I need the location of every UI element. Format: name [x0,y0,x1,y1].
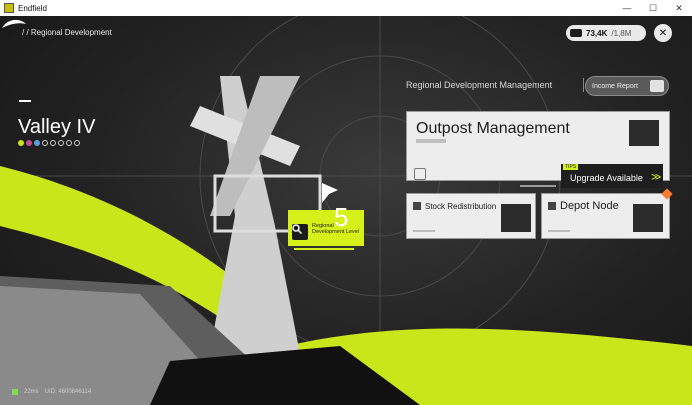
scene: / / Regional Development 73,4K /1,8M ✕ V… [0,16,692,405]
management-title: Regional Development Management [406,80,553,90]
status-footer: 22ms UID: 4600846114 [12,389,91,395]
double-chevron-up-icon: ≫ [651,172,662,183]
pip-icon [18,140,24,146]
resource-counter: 73,4K /1,8M [566,25,646,41]
window-title: Endfield [18,3,47,13]
region-name: Valley IV [18,116,96,138]
pip-icon [58,140,64,146]
search-icon[interactable] [292,224,308,240]
maximize-button[interactable]: ☐ [640,0,666,16]
outpost-mark-icon [414,168,426,180]
depot-node-title: Depot Node [560,200,619,212]
outpost-management-card[interactable]: Outpost Management TIPS Upgrade Availabl… [406,111,670,188]
region-divider [19,100,31,102]
development-level-value: 5 [334,202,349,232]
resource-cap: /1,8M [611,28,632,38]
stock-redistribution-icon [501,204,531,232]
region-emblem-icon [2,19,26,28]
depot-node-icon [633,204,663,232]
window-close-button[interactable]: ✕ [666,0,692,16]
outpost-icon [629,120,659,146]
stock-subtitle-bar [413,230,435,232]
upgrade-available-text: Upgrade Available [570,173,643,183]
report-icon [650,80,664,92]
cursor-arrow [322,183,338,203]
depot-node-card[interactable]: Depot Node [541,193,670,239]
stock-small-icon [413,202,421,210]
income-report-button[interactable]: Income Report [585,76,669,96]
app-icon [4,3,14,13]
region-progress-pips [18,140,80,146]
pip-icon [66,140,72,146]
signal-icon [12,389,18,395]
resource-icon [570,29,582,37]
stock-redistribution-title: Stock Redistribution [425,202,497,211]
level-progress-bar [294,248,354,250]
uid-value: UID: 4600846114 [44,389,92,395]
tip-tag: TIPS [563,164,579,170]
depot-subtitle-bar [548,230,570,232]
pip-icon [74,140,80,146]
stock-redistribution-card[interactable]: Stock Redistribution [406,193,536,239]
income-report-label: Income Report [592,82,638,90]
management-divider [583,78,584,92]
outpost-title: Outpost Management [416,120,570,137]
resource-value: 73,4K [586,28,608,38]
pip-icon [50,140,56,146]
pip-icon [42,140,48,146]
pip-icon [26,140,32,146]
depot-small-icon [548,202,556,210]
level-progress-fill [294,248,354,250]
close-icon[interactable]: ✕ [654,24,672,42]
breadcrumb[interactable]: / / Regional Development [22,28,112,37]
title-bar: Endfield — ☐ ✕ [0,0,692,16]
card-divider [520,185,556,187]
ping-value: 22ms [24,389,39,395]
minimize-button[interactable]: — [614,0,640,16]
game-window: Endfield — ☐ ✕ / / Regional Development … [0,0,692,405]
pip-icon [34,140,40,146]
outpost-subtitle-bar [416,139,446,143]
